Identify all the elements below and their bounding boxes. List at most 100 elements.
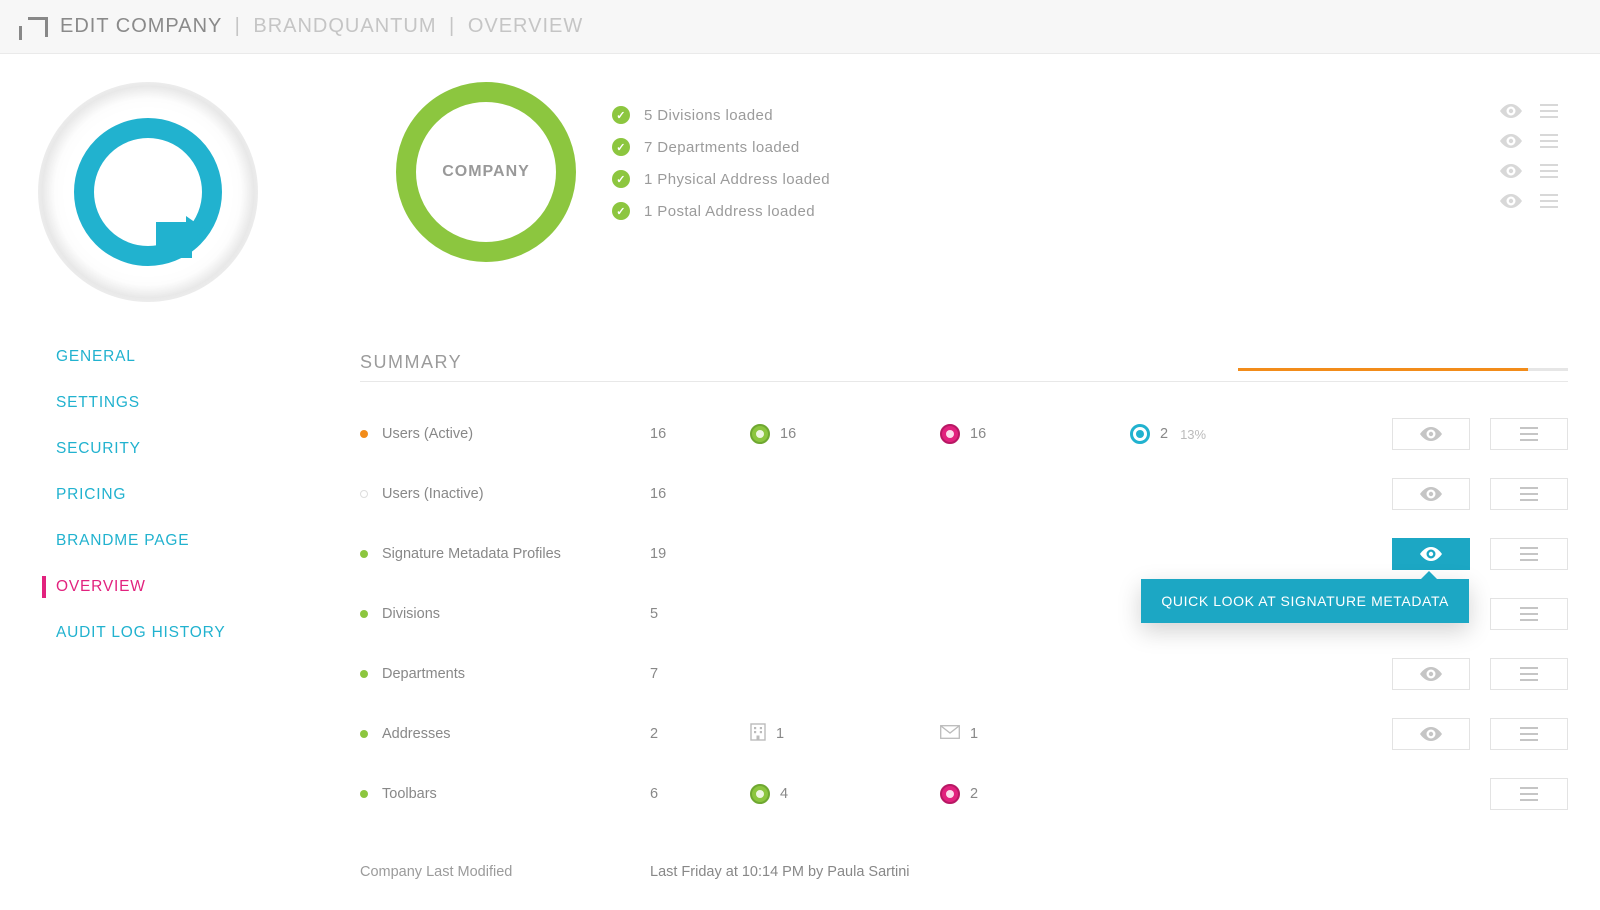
nav-item-pricing[interactable]: PRICING [42,472,360,518]
eye-icon [1420,727,1442,741]
row-label: Signature Metadata Profiles [382,546,561,562]
tooltip: QUICK LOOK AT SIGNATURE METADATA [1141,579,1469,623]
status-badge-green [750,784,770,804]
check-icon: ✓ [612,106,630,124]
status-badge-pink [940,424,960,444]
row-value: 16 [650,426,666,442]
check-icon: ✓ [612,138,630,156]
row-value: 16 [650,486,666,502]
row-label: Users (Active) [382,426,473,442]
bullet-icon [360,790,368,798]
row-menu-button[interactable] [1490,658,1568,690]
company-status-ring: COMPANY [396,82,576,262]
nav-item-brandme-page[interactable]: BRANDME PAGE [42,518,360,564]
breadcrumb-section: OVERVIEW [468,15,583,37]
menu-icon [1520,727,1538,741]
nav-item-general[interactable]: GENERAL [42,334,360,380]
header-bar: EDIT COMPANY | BRANDQUANTUM | OVERVIEW [0,0,1600,54]
eye-icon [1420,487,1442,501]
company-logo [38,82,258,302]
menu-icon[interactable] [1540,104,1558,118]
last-modified: Company Last Modified Last Friday at 10:… [360,824,1568,910]
quick-look-button[interactable] [1392,658,1470,690]
row-menu-button[interactable] [1490,718,1568,750]
last-modified-value: Last Friday at 10:14 PM by Paula Sartini [650,864,910,880]
app-logo-icon [28,17,48,37]
top-actions [1500,82,1568,224]
summary-title: SUMMARY [360,352,462,373]
row-value: 1 [970,726,978,742]
status-badge-cyan [1130,424,1150,444]
row-menu-button[interactable] [1490,418,1568,450]
status-badge-green [750,424,770,444]
bullet-icon [360,550,368,558]
loaded-list: ✓5 Divisions loaded ✓7 Departments loaded… [612,82,1464,234]
row-label: Addresses [382,726,451,742]
menu-icon[interactable] [1540,194,1558,208]
row-value: 16 [970,426,986,442]
breadcrumb: EDIT COMPANY | BRANDQUANTUM | OVERVIEW [60,15,583,38]
eye-icon[interactable] [1500,164,1522,178]
last-modified-label: Company Last Modified [360,864,650,880]
summary-table: Users (Active)161616213%Users (Inactive)… [360,404,1568,824]
loaded-item: ✓7 Departments loaded [612,138,1464,156]
loaded-item: ✓5 Divisions loaded [612,106,1464,124]
quick-look-button[interactable] [1392,718,1470,750]
menu-icon [1520,487,1538,501]
eye-icon [1420,667,1442,681]
building-icon [750,723,766,745]
loaded-item: ✓1 Physical Address loaded [612,170,1464,188]
breadcrumb-company: BRANDQUANTUM [253,15,436,37]
nav-item-audit-log-history[interactable]: AUDIT LOG HISTORY [42,610,360,656]
row-menu-button[interactable] [1490,478,1568,510]
eye-icon[interactable] [1500,194,1522,208]
summary-row: Toolbars642 [360,764,1568,824]
bullet-icon [360,670,368,678]
bullet-icon [360,490,368,498]
row-value: 7 [650,666,658,682]
company-ring-label: COMPANY [442,163,530,181]
quick-look-button[interactable]: QUICK LOOK AT SIGNATURE METADATA [1392,538,1470,570]
bullet-icon [360,730,368,738]
menu-icon[interactable] [1540,134,1558,148]
row-label: Divisions [382,606,440,622]
quick-look-button[interactable] [1392,418,1470,450]
menu-icon [1520,427,1538,441]
row-value: 2 [970,786,978,802]
row-value: 19 [650,546,666,562]
row-menu-button[interactable] [1490,778,1568,810]
row-menu-button[interactable] [1490,598,1568,630]
row-percent: 13% [1180,427,1206,442]
nav-item-settings[interactable]: SETTINGS [42,380,360,426]
eye-icon [1420,427,1442,441]
summary-progress [1238,368,1568,371]
row-value: 2 [650,726,658,742]
bullet-icon [360,430,368,438]
row-menu-button[interactable] [1490,538,1568,570]
bullet-icon [360,610,368,618]
summary-row: Addresses 2 1 1 [360,704,1568,764]
summary-row: Signature Metadata Profiles 19 QUICK LOOK … [360,524,1568,584]
row-value: 4 [780,786,788,802]
sidebar-nav: GENERALSETTINGSSECURITYPRICINGBRANDME PA… [42,334,360,656]
row-label: Users (Inactive) [382,486,484,502]
menu-icon [1520,787,1538,801]
eye-icon[interactable] [1500,104,1522,118]
loaded-item: ✓1 Postal Address loaded [612,202,1464,220]
row-value: 2 [1160,426,1168,442]
row-value: 6 [650,786,658,802]
breadcrumb-main: EDIT COMPANY [60,15,222,37]
menu-icon [1520,547,1538,561]
nav-item-security[interactable]: SECURITY [42,426,360,472]
nav-item-overview[interactable]: OVERVIEW [42,564,360,610]
row-value: 1 [776,726,784,742]
row-value: 5 [650,606,658,622]
menu-icon [1520,607,1538,621]
eye-icon[interactable] [1500,134,1522,148]
quick-look-button[interactable] [1392,478,1470,510]
menu-icon[interactable] [1540,164,1558,178]
summary-row: Users (Inactive) 16 [360,464,1568,524]
status-badge-pink [940,784,960,804]
row-value: 16 [780,426,796,442]
summary-header: SUMMARY [360,352,1568,382]
